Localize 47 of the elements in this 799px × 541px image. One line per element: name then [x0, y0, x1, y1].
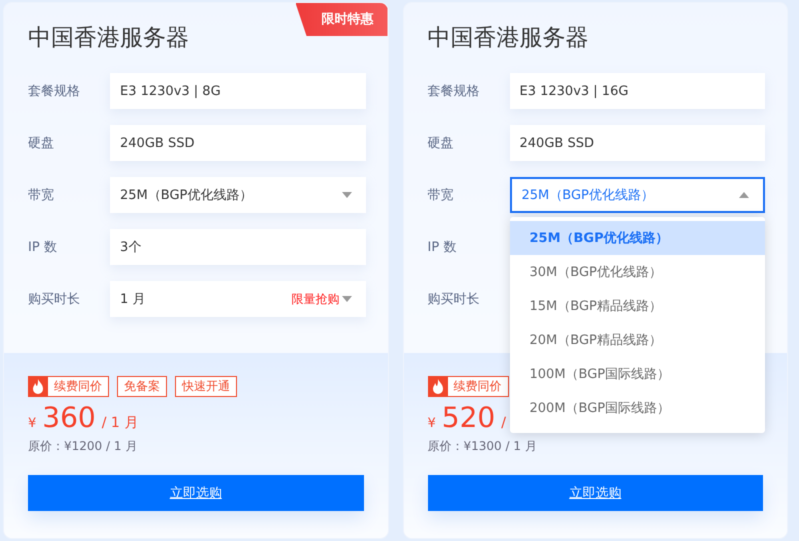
select-field[interactable]: 1 月 限量抢购	[110, 281, 366, 317]
dropdown-option[interactable]: 200M（BGP国际线路）	[510, 391, 765, 425]
buy-button[interactable]: 立即选购	[28, 475, 364, 511]
select-field[interactable]: 25M（BGP优化线路）	[110, 177, 366, 213]
feature-tag: 续费同价	[28, 376, 109, 397]
feature-tag: 续费同价	[428, 376, 508, 397]
input-field[interactable]: E3 1230v3 | 8G	[110, 73, 366, 109]
promo-label: 限量抢购	[292, 290, 340, 308]
dropdown-option[interactable]: 30M（BGP优化线路）	[510, 255, 765, 289]
promo-badge: 限时特惠	[296, 3, 388, 36]
field-label: 硬盘	[428, 135, 454, 152]
caret-icon	[739, 192, 749, 198]
field-label: 购买时长	[28, 291, 81, 308]
field-label: 套餐规格	[428, 83, 480, 100]
price-unit: / 1 月	[102, 414, 138, 432]
caret-icon	[342, 192, 352, 198]
currency-symbol: ¥	[28, 416, 36, 431]
input-field[interactable]: 240GB SSD	[510, 125, 765, 161]
input-field[interactable]: 3个	[110, 229, 366, 265]
price: 520	[442, 401, 496, 434]
buy-button[interactable]: 立即选购	[428, 475, 763, 511]
field-label: 套餐规格	[28, 83, 81, 100]
field-label: 购买时长	[428, 291, 480, 308]
flame-icon	[28, 376, 48, 397]
currency-symbol: ¥	[428, 416, 436, 431]
field-label: 硬盘	[28, 135, 55, 152]
dropdown-option[interactable]: 20M（BGP精品线路）	[510, 323, 765, 357]
price-unit: /	[501, 415, 506, 431]
feature-tag: 快速开通	[175, 376, 237, 397]
card-title: 中国香港服务器	[428, 24, 590, 53]
field-label: 带宽	[428, 187, 454, 204]
input-field[interactable]: E3 1230v3 | 16G	[510, 73, 765, 109]
input-field[interactable]: 240GB SSD	[110, 125, 366, 161]
dropdown-option[interactable]: 25M（BGP优化线路）	[510, 221, 765, 255]
select-field[interactable]: 25M（BGP优化线路）	[510, 177, 765, 213]
field-label: IP 数	[428, 239, 458, 256]
caret-icon	[342, 296, 352, 302]
original-price: 原价：¥1200 / 1 月	[28, 438, 138, 455]
original-price: 原价：¥1300 / 1 月	[428, 438, 538, 455]
field-label: 带宽	[28, 187, 55, 204]
dropdown-option[interactable]: 100M（BGP国际线路）	[510, 357, 765, 391]
flame-icon	[428, 376, 448, 397]
card-title: 中国香港服务器	[28, 24, 190, 53]
price: 360	[42, 401, 96, 434]
dropdown-option[interactable]: 15M（BGP精品线路）	[510, 289, 765, 323]
field-label: IP 数	[28, 239, 58, 256]
feature-tag: 免备案	[117, 376, 167, 397]
